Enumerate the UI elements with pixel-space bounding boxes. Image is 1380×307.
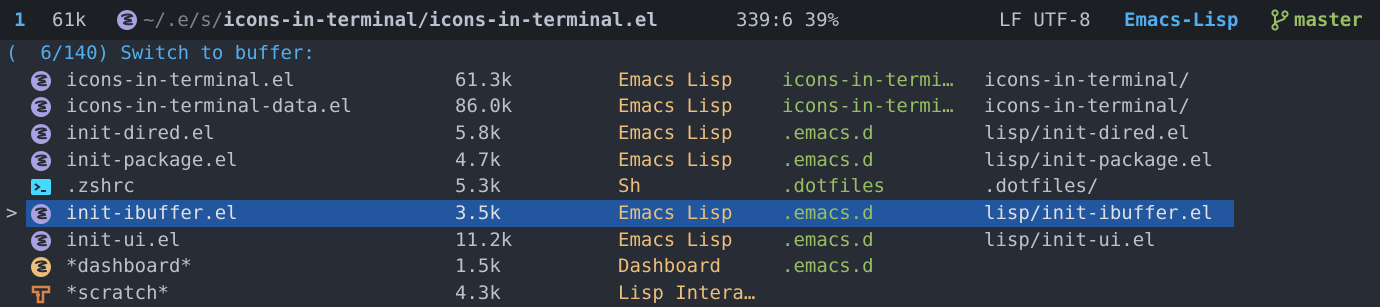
buffer-row[interactable]: init-ui.el 11.2k Emacs Lisp .emacs.d lisp/in… bbox=[0, 227, 1380, 254]
buffer-path: lisp/init-dired.el bbox=[984, 121, 1190, 144]
buffer-path: lisp/init-package.el bbox=[984, 148, 1213, 171]
buffer-path: icons-in-terminal/ bbox=[984, 68, 1190, 91]
buffer-row[interactable]: init-dired.el 5.8k Emacs Lisp .emacs.d lisp/… bbox=[0, 120, 1380, 147]
buffer-mode: Emacs Lisp bbox=[618, 95, 733, 118]
buffer-project: icons-in-termi… bbox=[782, 95, 954, 118]
dashboard-emacs-icon bbox=[31, 257, 51, 278]
buffer-project: .emacs.d bbox=[782, 121, 874, 144]
buffer-mode: Sh bbox=[618, 175, 641, 198]
mode-line: 1 61k ~/.e/s/icons-in-terminal/icons-in-… bbox=[0, 0, 1380, 40]
buffer-size: 61k bbox=[52, 9, 87, 31]
buffer-size: 3.5k bbox=[455, 202, 501, 224]
buffer-name: init-ibuffer.el bbox=[66, 202, 238, 224]
buffer-mode: Emacs Lisp bbox=[618, 68, 733, 91]
emacs-icon bbox=[31, 230, 51, 251]
path-prefix: ~/.e/s/ bbox=[143, 9, 224, 31]
buffer-size: 61.3k bbox=[455, 68, 513, 91]
terminal-icon bbox=[31, 179, 51, 196]
buffer-path: icons-in-terminal/ bbox=[984, 95, 1190, 118]
buffer-size: 11.2k bbox=[455, 228, 513, 251]
buffer-size: 1.5k bbox=[455, 255, 501, 278]
buffer-name: *dashboard* bbox=[66, 255, 192, 278]
buffer-size: 4.3k bbox=[455, 282, 501, 305]
buffer-mode: Lisp Intera… bbox=[618, 282, 756, 305]
vcs-branch[interactable]: master bbox=[1294, 0, 1363, 40]
buffer-size: 86.0k bbox=[455, 95, 513, 118]
buffer-name: *scratch* bbox=[66, 282, 169, 305]
buffer-name: init-dired.el bbox=[66, 121, 215, 144]
window-number: 1 bbox=[14, 9, 26, 31]
buffer-size: 5.3k bbox=[455, 175, 501, 198]
buffer-name: init-package.el bbox=[66, 148, 238, 171]
buffer-name: init-ui.el bbox=[66, 228, 181, 251]
major-mode[interactable]: Emacs-Lisp bbox=[1124, 0, 1238, 40]
buffer-mode: Emacs Lisp bbox=[618, 121, 733, 144]
encoding[interactable]: LF UTF-8 bbox=[999, 0, 1091, 40]
buffer-path: lisp/init-ui.el bbox=[984, 228, 1156, 251]
buffer-project: .emacs.d bbox=[782, 228, 874, 251]
buffer-name: icons-in-terminal.el bbox=[66, 68, 295, 91]
buffer-path: lisp/init-ibuffer.el bbox=[984, 202, 1213, 224]
buffer-path: ~/.e/s/icons-in-terminal/icons-in-termin… bbox=[143, 0, 658, 40]
buffer-row[interactable]: *scratch* 4.3k Lisp Intera… bbox=[0, 280, 1380, 307]
git-branch-icon bbox=[1271, 9, 1289, 31]
buffer-project: .emacs.d bbox=[782, 255, 874, 278]
buffer-mode: Emacs Lisp bbox=[618, 148, 733, 171]
buffer-path: .dotfiles/ bbox=[984, 175, 1099, 198]
path-file: icons-in-terminal.el bbox=[428, 9, 658, 31]
buffer-project: .dotfiles bbox=[782, 175, 885, 198]
buffer-size: 4.7k bbox=[455, 148, 501, 171]
buffer-project: .emacs.d bbox=[782, 202, 874, 224]
cursor-position: 339:6 39% bbox=[736, 9, 839, 31]
minibuffer-prompt: ( 6/140) Switch to buffer: bbox=[6, 42, 315, 64]
emacs-icon bbox=[31, 150, 51, 171]
buffer-project: .emacs.d bbox=[782, 148, 874, 171]
buffer-size: 5.8k bbox=[455, 121, 501, 144]
emacs-icon bbox=[31, 204, 51, 224]
buffer-name: .zshrc bbox=[66, 175, 135, 198]
buffer-mode: Emacs Lisp bbox=[618, 202, 733, 224]
buffer-name: icons-in-terminal-data.el bbox=[66, 95, 352, 118]
buffer-mode: Emacs Lisp bbox=[618, 228, 733, 251]
buffer-row[interactable]: icons-in-terminal-data.el 86.0k Emacs Lisp… bbox=[0, 93, 1380, 120]
emacs-icon bbox=[31, 123, 51, 144]
buffer-row[interactable]: init-package.el 4.7k Emacs Lisp .emacs.d lis… bbox=[0, 147, 1380, 174]
path-project: icons-in-terminal/ bbox=[223, 9, 429, 31]
buffer-row[interactable]: .zshrc 5.3k Sh .dotfiles .dotfiles/ bbox=[0, 173, 1380, 200]
buffer-project: icons-in-termi… bbox=[782, 68, 954, 91]
emacs-icon bbox=[117, 10, 137, 30]
emacs-icon bbox=[31, 70, 51, 91]
selection-cursor: > bbox=[6, 202, 18, 224]
buffer-row[interactable]: *dashboard* 1.5k Dashboard .emacs.d bbox=[0, 253, 1380, 280]
buffer-row[interactable]: icons-in-terminal.el 61.3k Emacs Lisp icons… bbox=[0, 67, 1380, 94]
emacs-icon bbox=[31, 97, 51, 118]
buffer-row[interactable]: > init-ibuffer.el 3.5k Emacs Lisp .emacs.d li… bbox=[0, 200, 1380, 227]
buffer-mode: Dashboard bbox=[618, 255, 721, 278]
